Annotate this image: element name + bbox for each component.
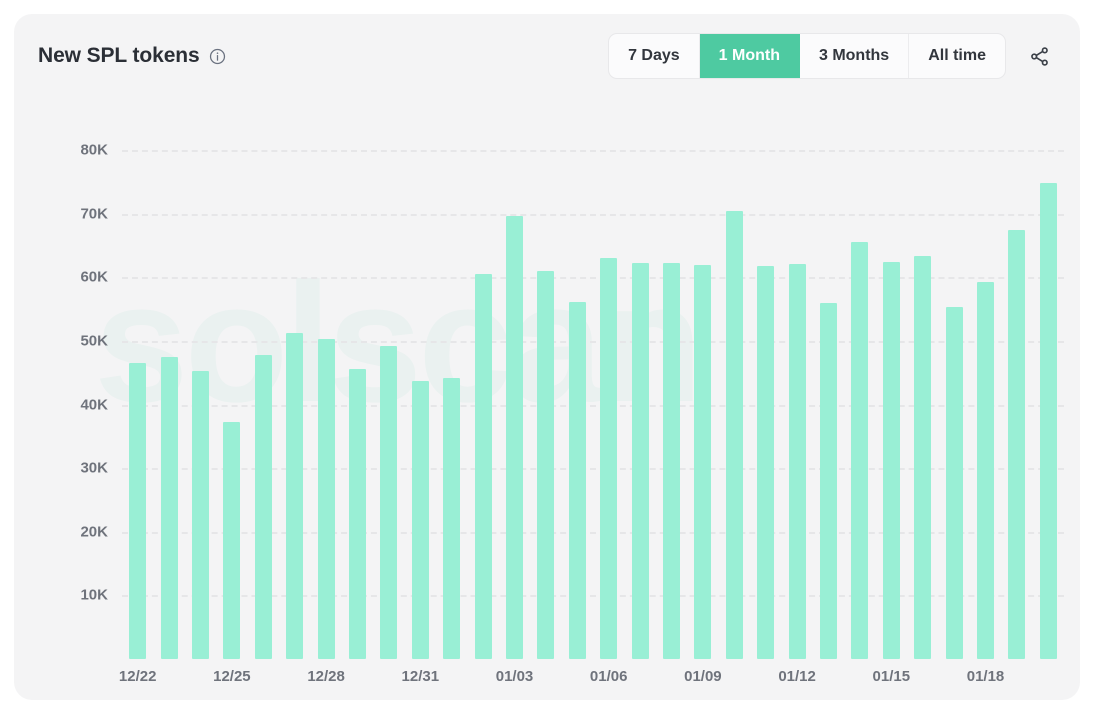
chart-bar[interactable]	[192, 370, 209, 659]
chart-bar[interactable]	[568, 301, 586, 659]
y-axis-tick-label: 70K	[80, 205, 108, 223]
chart-bar[interactable]	[380, 346, 398, 659]
chart-bar[interactable]	[694, 265, 712, 659]
chart-bar[interactable]	[851, 242, 869, 659]
y-axis-tick-label: 10K	[80, 586, 108, 604]
chart-bar[interactable]	[254, 355, 272, 659]
y-axis-tick-label: 30K	[80, 459, 108, 477]
y-axis: 10K 20K 30K 40K 50K 60K 70K 80K	[14, 98, 122, 700]
x-axis-tick-label: 12/22	[118, 668, 157, 685]
chart-bar[interactable]	[600, 258, 618, 659]
chart-bar[interactable]	[1039, 183, 1057, 659]
x-axis-tick-label: 01/06	[589, 668, 628, 685]
info-circle-icon[interactable]	[209, 48, 226, 65]
header-controls: 7 Days 1 Month 3 Months All time	[608, 33, 1054, 79]
chart-bar[interactable]	[788, 264, 806, 659]
chart-bar[interactable]	[317, 339, 335, 659]
range-button-7-days[interactable]: 7 Days	[609, 34, 700, 78]
title-group: New SPL tokens	[38, 44, 226, 68]
x-axis-tick-label: 01/03	[495, 668, 534, 685]
y-axis-tick-label: 60K	[80, 268, 108, 286]
x-axis-tick-label: 12/25	[213, 668, 251, 685]
y-axis-tick-label: 80K	[80, 141, 108, 159]
chart-bar[interactable]	[945, 306, 963, 659]
chart-bar[interactable]	[223, 421, 241, 659]
x-axis-tick-label: 12/28	[307, 668, 345, 685]
chart-bar[interactable]	[882, 261, 900, 659]
chart-bar[interactable]	[349, 368, 366, 659]
chart-bar[interactable]	[160, 356, 178, 659]
chart-card: New SPL tokens 7 Days 1 Month 3 Months A…	[14, 14, 1080, 700]
y-axis-tick-label: 20K	[80, 523, 108, 541]
chart-bar[interactable]	[757, 265, 775, 659]
y-axis-tick-label: 40K	[80, 396, 108, 414]
chart-bar[interactable]	[663, 263, 680, 659]
y-axis-tick-label: 50K	[80, 332, 108, 350]
x-axis: 12/22 12/25 12/28 12/31 01/03 01/06 01/09 01/12…	[118, 660, 1064, 700]
chart-bar[interactable]	[506, 216, 523, 659]
x-axis-tick-label: 01/15	[872, 668, 911, 685]
share-icon[interactable]	[1024, 41, 1054, 71]
range-button-3-months[interactable]: 3 Months	[800, 34, 910, 78]
chart-bar[interactable]	[631, 262, 649, 659]
chart-bars	[122, 98, 1064, 700]
chart-bar[interactable]	[1008, 230, 1026, 659]
chart-bar[interactable]	[820, 302, 837, 659]
page-title: New SPL tokens	[38, 44, 200, 67]
chart-bar[interactable]	[286, 332, 304, 659]
chart-bar[interactable]	[443, 377, 461, 659]
range-button-1-month[interactable]: 1 Month	[699, 34, 800, 78]
chart-bar[interactable]	[129, 363, 147, 659]
chart-bar[interactable]	[977, 281, 994, 659]
x-axis-tick-label: 01/18	[966, 668, 1005, 685]
chart-bar[interactable]	[914, 255, 932, 659]
x-axis-tick-label: 01/12	[778, 668, 816, 685]
x-axis-tick-label: 01/09	[684, 668, 722, 685]
chart-bar[interactable]	[537, 271, 555, 659]
range-button-all-time[interactable]: All time	[909, 34, 1005, 78]
x-axis-tick-label: 12/31	[401, 668, 440, 685]
chart-bar[interactable]	[725, 210, 743, 659]
chart-bar[interactable]	[474, 274, 492, 659]
card-header: New SPL tokens 7 Days 1 Month 3 Months A…	[14, 14, 1080, 98]
chart-bar[interactable]	[411, 381, 429, 659]
chart-plot-area: solscan 10K 20K 30K 40K 50K 60K 70K 80K 12/22 12…	[14, 98, 1080, 700]
range-selector[interactable]: 7 Days 1 Month 3 Months All time	[608, 33, 1006, 79]
